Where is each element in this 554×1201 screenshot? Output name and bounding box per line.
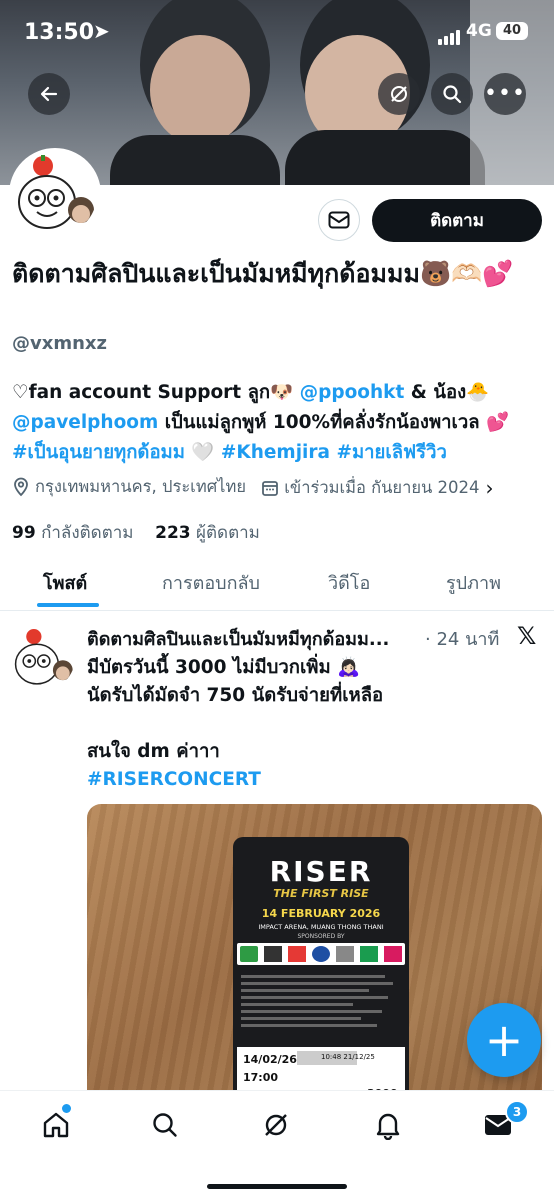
nav-grok[interactable] — [256, 1105, 296, 1145]
bio-text: 🤍 — [184, 442, 221, 463]
grok-button[interactable] — [378, 73, 420, 115]
more-icon: ••• — [484, 81, 526, 106]
concert-ticket: RISER THE FIRST RISE 14 FEBRUARY 2026 IM… — [233, 837, 409, 1104]
sponsor-logos — [237, 943, 405, 965]
x-logo-icon[interactable]: 𝕏 — [517, 622, 536, 650]
ticket-date: 14 FEBRUARY 2026 — [261, 907, 381, 920]
compose-button[interactable]: + — [467, 1003, 541, 1077]
profile-handle: @vxmnxz — [12, 333, 108, 354]
back-button[interactable] — [28, 73, 70, 115]
bio-hashtag[interactable]: #มายเลิฟรีวิว — [336, 442, 446, 463]
ticket-show-date: 14/02/26 — [243, 1053, 297, 1066]
following-label: กำลังติดตาม — [41, 523, 134, 543]
post-author-name[interactable]: ติดตามศิลปินและเป็นมัมหมีทุกด้อมม... — [87, 624, 427, 653]
ticket-venue: IMPACT ARENA, MUANG THONG THANI — [258, 923, 384, 931]
profile-meta: กรุงเทพมหานคร, ประเทศไทย เข้าร่วมเมื่อ ก… — [12, 474, 504, 501]
following-link[interactable]: 99 กำลังติดตาม — [12, 523, 134, 543]
battery-icon: 40 — [496, 22, 528, 40]
grok-icon — [265, 1114, 287, 1136]
location-text: กรุงเทพมหานคร, ประเทศไทย — [35, 477, 247, 496]
cat-avatar-icon — [13, 152, 97, 236]
tab-videos[interactable]: วิดีโอ — [328, 568, 370, 597]
joined-item[interactable]: เข้าร่วมเมื่อ กันยายน 2024 › — [261, 475, 494, 501]
home-indicator — [207, 1184, 347, 1189]
status-bar: 13:50 ➤ 4G 40 — [0, 0, 554, 66]
followers-label: ผู้ติดตาม — [196, 523, 260, 543]
search-button[interactable] — [431, 73, 473, 115]
cat-avatar-icon — [11, 626, 75, 690]
profile-bio: ♡fan account Support ลูก🐶 @ppoohkt & น้อ… — [12, 378, 542, 468]
location-arrow-icon: ➤ — [93, 19, 110, 43]
tab-posts[interactable]: โพสต์ — [43, 568, 87, 597]
grok-icon — [391, 86, 407, 102]
home-icon — [43, 1112, 69, 1138]
ticket-title: RISER — [269, 855, 373, 888]
post-line: มีบัตรวันนี้ 3000 ไม่มีบวกเพิ่ม 🙇🏻‍♀️ — [87, 657, 361, 678]
home-unread-dot — [62, 1104, 71, 1113]
bio-hashtag[interactable]: #Khemjira — [221, 442, 330, 463]
post-timestamp: · 24 นาที — [425, 629, 500, 650]
follow-counts: 99 กำลังติดตาม 223 ผู้ติดตาม — [12, 519, 260, 546]
ticket-show-time: 17:00 — [243, 1071, 279, 1084]
post-line: สนใจ dm ค่าาา — [87, 741, 220, 762]
post-text: มีบัตรวันนี้ 3000 ไม่มีบวกเพิ่ม 🙇🏻‍♀️ นั… — [87, 654, 527, 794]
tab-photos[interactable]: รูปภาพ — [446, 568, 501, 597]
calendar-icon — [262, 481, 279, 496]
follow-button[interactable]: ติดตาม — [372, 199, 542, 242]
bio-mention-ppoohkt[interactable]: @ppoohkt — [300, 382, 405, 403]
post-hashtag[interactable]: #RISERCONCERT — [87, 766, 527, 794]
back-arrow-icon — [40, 86, 58, 102]
bio-text: เป็นแม่ลูกพูห์ 100%ที่คลั่งรักน้องพาเวล … — [158, 412, 510, 433]
location-item: กรุงเทพมหานคร, ประเทศไทย — [12, 474, 246, 500]
bio-mention-pavelphoom[interactable]: @pavelphoom — [12, 412, 158, 433]
ticket-issued: 10:48 21/12/25 — [321, 1053, 375, 1061]
more-button[interactable]: ••• — [484, 73, 526, 115]
plus-icon: + — [484, 1013, 524, 1067]
bio-text: & น้อง🐣 — [404, 382, 490, 403]
post-line: นัดรับได้มัดจำ 750 นัดรับจ่ายที่เหลือ — [87, 685, 384, 706]
bell-icon — [376, 1113, 400, 1140]
ticket-subtitle: THE FIRST RISE — [273, 887, 369, 900]
message-button[interactable] — [318, 199, 360, 241]
profile-display-name: ติดตามศิลปินและเป็นมัมหมีทุกด้อมมม🐻🫶🏻💕 — [12, 259, 514, 288]
messages-badge: 3 — [505, 1100, 529, 1124]
search-icon — [443, 85, 462, 104]
post-avatar[interactable] — [11, 626, 75, 690]
active-tab-indicator — [37, 603, 99, 607]
network-label: 4G — [466, 21, 492, 41]
followers-link[interactable]: 223 ผู้ติดตาม — [155, 523, 260, 543]
ticket-sponsored: SPONSORED BY — [297, 933, 345, 940]
location-pin-icon — [14, 477, 28, 497]
profile-avatar[interactable] — [9, 148, 101, 240]
search-icon — [153, 1113, 177, 1137]
bio-hashtag[interactable]: #เป็นอุนยายทุกด้อมม — [12, 442, 185, 463]
nav-search[interactable] — [145, 1105, 185, 1145]
envelope-icon — [328, 211, 350, 229]
chevron-right-icon: › — [485, 476, 494, 500]
signal-icon — [438, 26, 462, 45]
joined-text: เข้าร่วมเมื่อ กันยายน 2024 — [284, 478, 480, 497]
tab-replies[interactable]: การตอบกลับ — [162, 568, 260, 597]
status-time: 13:50 — [24, 20, 95, 45]
bio-text: ♡fan account Support ลูก🐶 — [12, 382, 300, 403]
following-count: 99 — [12, 523, 36, 543]
followers-count: 223 — [155, 523, 191, 543]
nav-notifications[interactable] — [368, 1105, 408, 1145]
